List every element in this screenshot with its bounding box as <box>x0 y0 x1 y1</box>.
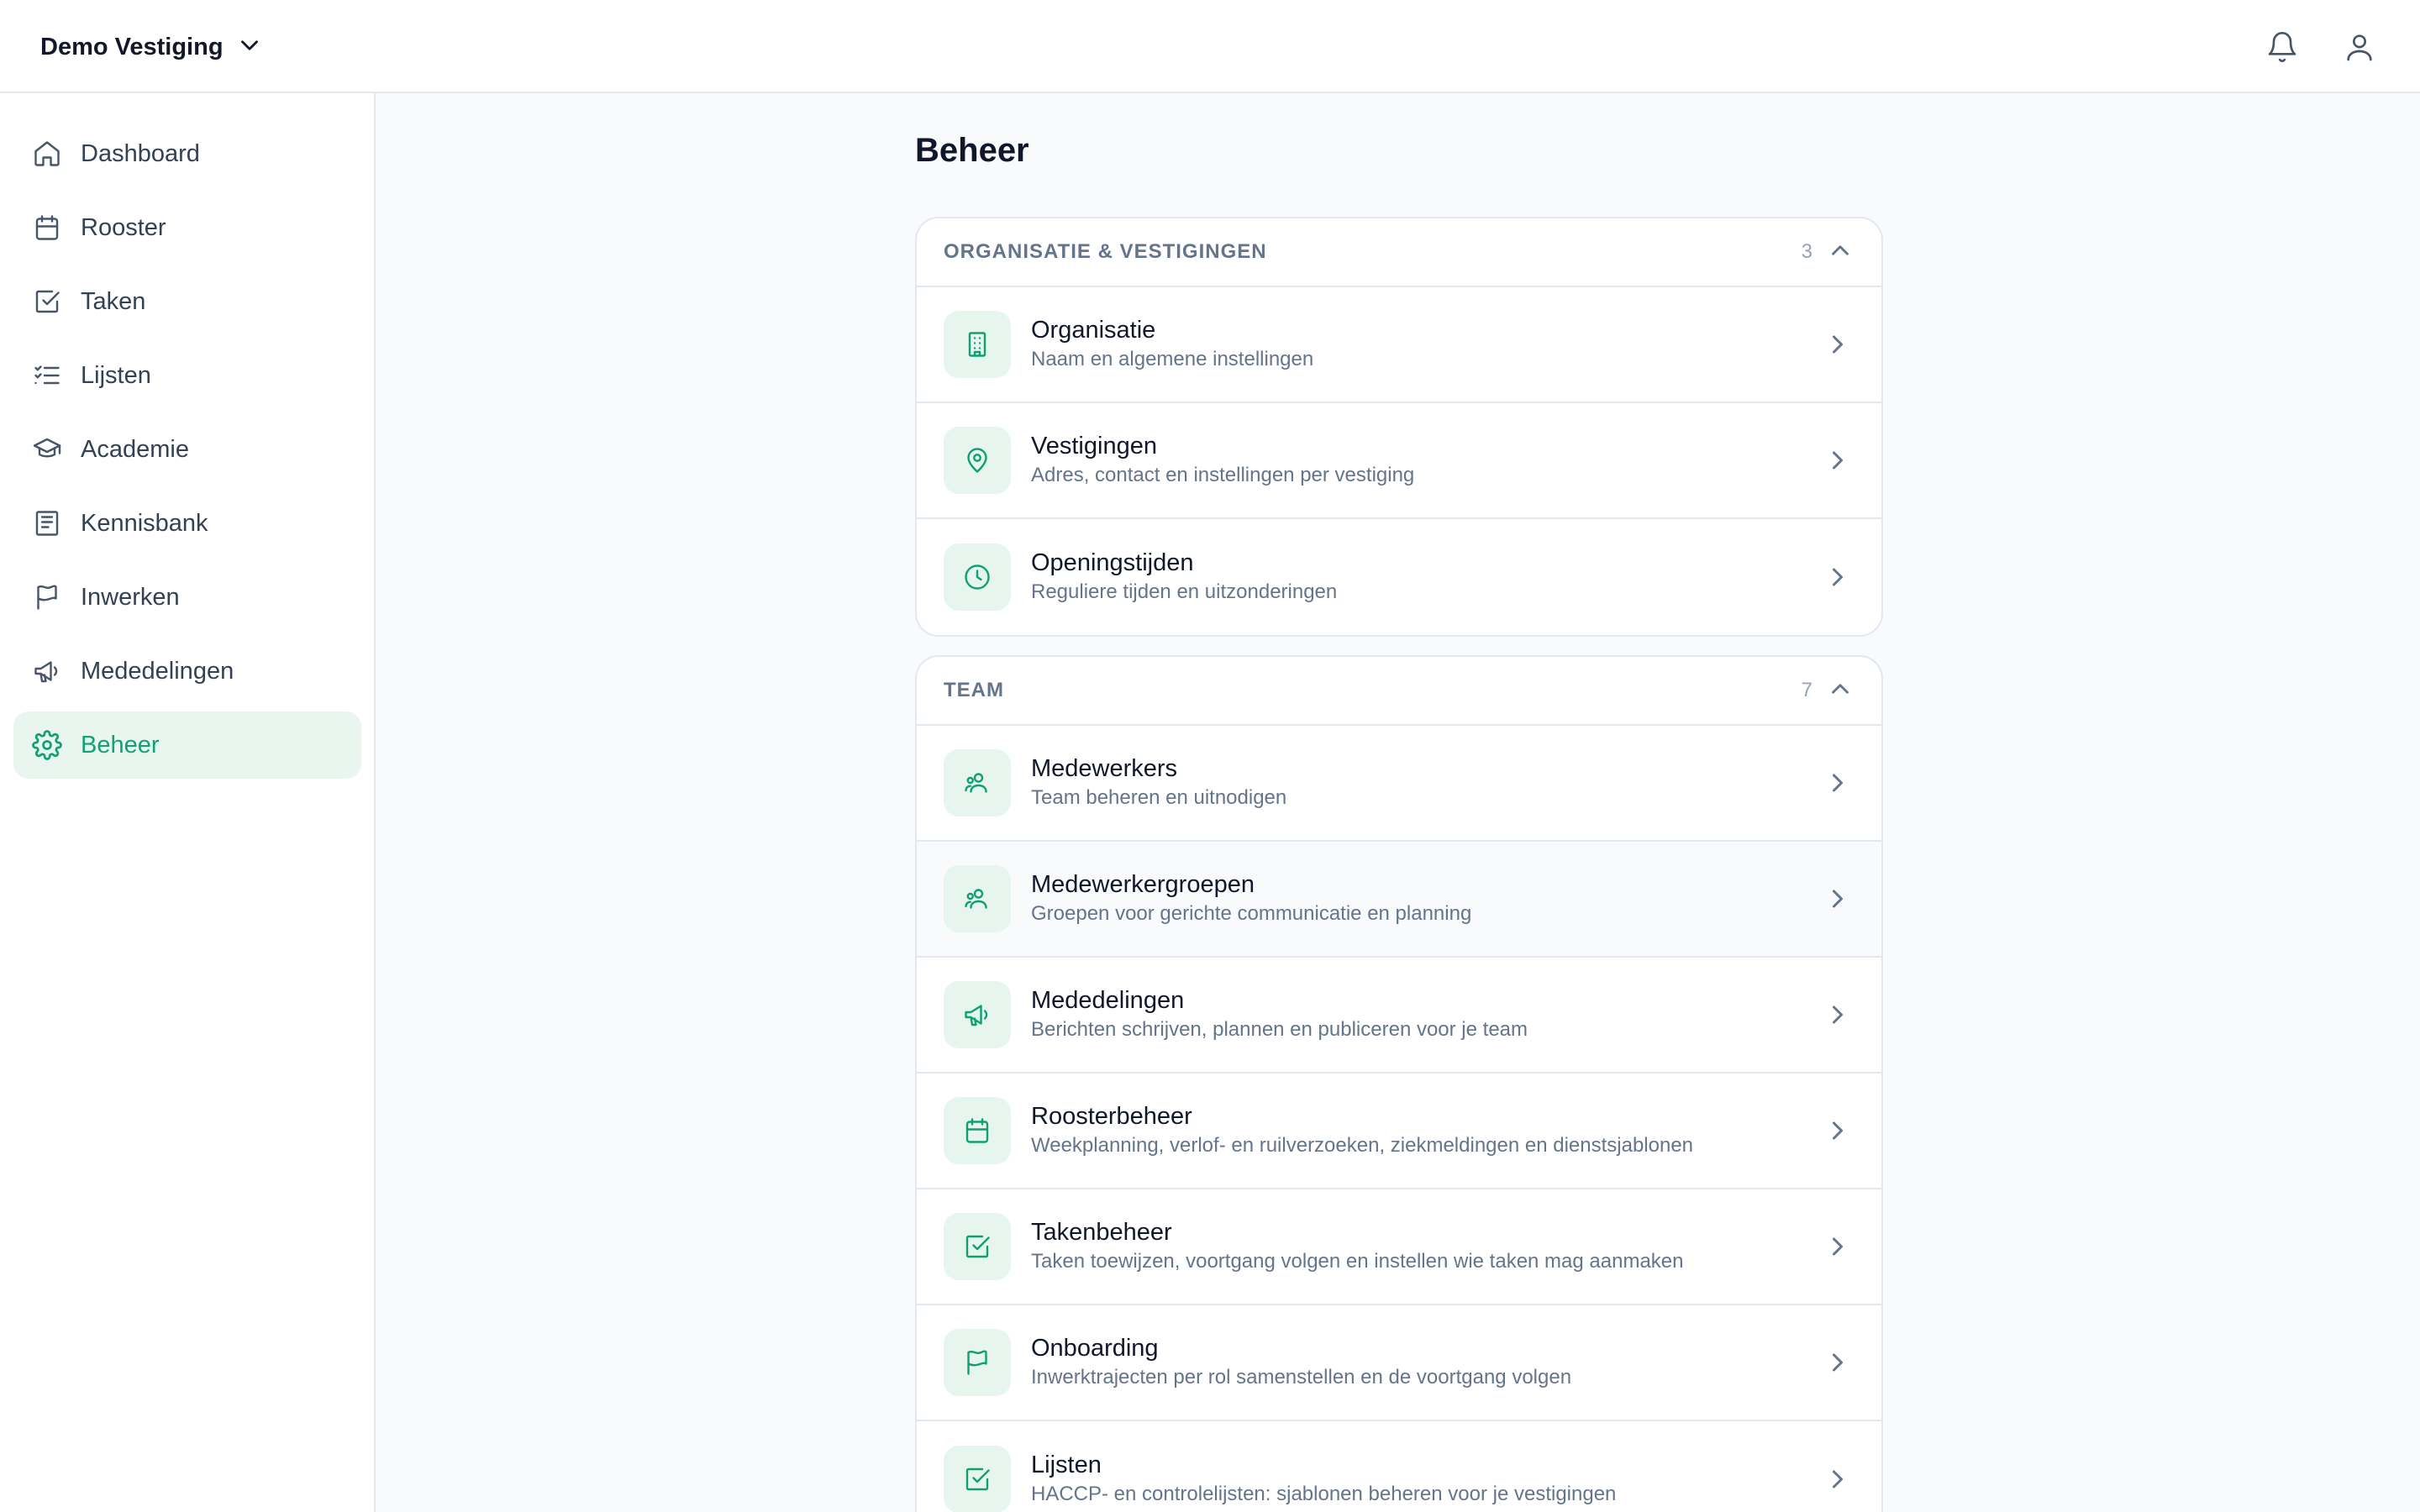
chevron-right-icon <box>1821 560 1854 594</box>
chevron-up-icon <box>1826 236 1854 269</box>
chevron-right-icon <box>1821 444 1854 477</box>
chevron-right-icon <box>1821 766 1854 800</box>
section-collapse-toggle[interactable]: 3 <box>1802 236 1854 269</box>
chevron-right-icon <box>1821 1114 1854 1147</box>
sidebar-item-mededelingen[interactable]: Mededelingen <box>13 638 361 705</box>
item-title: Openingstijden <box>1031 549 1194 576</box>
list-item-lijsten[interactable]: Lijsten HACCP- en controlelijsten: sjabl… <box>917 1421 1881 1512</box>
top-bar: Demo Vestiging <box>0 0 2420 93</box>
chevron-right-icon <box>1821 328 1854 361</box>
sidebar-item-label: Inwerken <box>81 583 180 611</box>
list-icon <box>13 342 81 409</box>
chevron-down-icon <box>235 31 264 64</box>
sidebar-item-rooster[interactable]: Rooster <box>13 194 361 261</box>
map-pin-icon <box>944 427 1011 494</box>
check-square-icon <box>944 1213 1011 1280</box>
section-organisatie-vestigingen: ORGANISATIE & VESTIGINGEN 3 Organisatie … <box>915 217 1883 637</box>
clock-icon <box>944 543 1011 611</box>
item-description: Weekplanning, verlof- en ruilverzoeken, … <box>1031 1134 1694 1157</box>
flag-icon <box>944 1329 1011 1396</box>
gear-icon <box>13 711 81 779</box>
item-description: Reguliere tijden en uitzonderingen <box>1031 580 1338 603</box>
sidebar-item-label: Lijsten <box>81 361 151 389</box>
sidebar-item-lijsten[interactable]: Lijsten <box>13 342 361 409</box>
item-description: Adres, contact en instellingen per vesti… <box>1031 464 1415 486</box>
section-title: TEAM <box>944 679 1004 701</box>
branch-switcher[interactable]: Demo Vestiging <box>40 25 264 69</box>
list-item-mededelingen[interactable]: Mededelingen Berichten schrijven, planne… <box>917 958 1881 1074</box>
list-item-medewerkergroepen[interactable]: Medewerkergroepen Groepen voor gerichte … <box>917 842 1881 958</box>
home-icon <box>13 120 81 187</box>
bell-icon[interactable] <box>2262 27 2302 67</box>
item-title: Takenbeheer <box>1031 1219 1172 1246</box>
item-description: Inwerktrajecten per rol samenstellen en … <box>1031 1366 1572 1389</box>
list-item-organisatie[interactable]: Organisatie Naam en algemene instellinge… <box>917 287 1881 403</box>
section-header: ORGANISATIE & VESTIGINGEN 3 <box>917 218 1881 287</box>
chevron-right-icon <box>1821 882 1854 916</box>
flag-icon <box>13 564 81 631</box>
item-description: Team beheren en uitnodigen <box>1031 786 1287 809</box>
building-icon <box>944 311 1011 378</box>
section-title: ORGANISATIE & VESTIGINGEN <box>944 240 1267 263</box>
item-title: Medewerkers <box>1031 755 1178 782</box>
sidebar-item-label: Kennisbank <box>81 509 208 537</box>
section-header: TEAM 7 <box>917 657 1881 726</box>
section-collapse-toggle[interactable]: 7 <box>1802 675 1854 707</box>
check-square-icon <box>944 1446 1011 1512</box>
calendar-icon <box>944 1097 1011 1164</box>
list-item-medewerkers[interactable]: Medewerkers Team beheren en uitnodigen <box>917 726 1881 842</box>
item-title: Medewerkergroepen <box>1031 871 1255 898</box>
sidebar: Dashboard Rooster Taken Lijsten Academie… <box>0 93 376 1512</box>
item-title: Roosterbeheer <box>1031 1103 1192 1130</box>
calendar-icon <box>13 194 81 261</box>
section-count: 7 <box>1801 679 1812 701</box>
chevron-right-icon <box>1821 1346 1854 1379</box>
section-count: 3 <box>1801 240 1812 263</box>
item-description: Berichten schrijven, plannen en publicer… <box>1031 1018 1528 1041</box>
sidebar-item-academie[interactable]: Academie <box>13 416 361 483</box>
sidebar-item-kennisbank[interactable]: Kennisbank <box>13 490 361 557</box>
list-item-vestigingen[interactable]: Vestigingen Adres, contact en instelling… <box>917 403 1881 519</box>
user-icon[interactable] <box>2339 27 2380 67</box>
chevron-right-icon <box>1821 998 1854 1032</box>
item-description: HACCP- en controlelijsten: sjablonen beh… <box>1031 1483 1617 1505</box>
page-title: Beheer <box>915 132 1029 169</box>
sidebar-item-dashboard[interactable]: Dashboard <box>13 120 361 187</box>
chevron-right-icon <box>1821 1462 1854 1496</box>
sidebar-item-label: Rooster <box>81 213 166 241</box>
item-description: Taken toewijzen, voortgang volgen en ins… <box>1031 1250 1684 1273</box>
item-title: Organisatie <box>1031 317 1156 344</box>
item-description: Naam en algemene instellingen <box>1031 348 1314 370</box>
chevron-up-icon <box>1826 675 1854 707</box>
branch-name: Demo Vestiging <box>40 33 224 60</box>
sidebar-item-beheer[interactable]: Beheer <box>13 711 361 779</box>
list-item-onboarding[interactable]: Onboarding Inwerktrajecten per rol samen… <box>917 1305 1881 1421</box>
sidebar-item-label: Academie <box>81 435 189 463</box>
sidebar-item-label: Dashboard <box>81 139 200 167</box>
main-content: Beheer ORGANISATIE & VESTIGINGEN 3 Organ… <box>377 93 2420 1512</box>
section-team: TEAM 7 Medewerkers Team beheren en uitno… <box>915 655 1883 1512</box>
sidebar-item-label: Mededelingen <box>81 657 234 685</box>
item-title: Vestigingen <box>1031 433 1157 459</box>
item-description: Groepen voor gerichte communicatie en pl… <box>1031 902 1472 925</box>
sidebar-item-label: Beheer <box>81 731 160 759</box>
item-title: Onboarding <box>1031 1335 1159 1362</box>
item-title: Lijsten <box>1031 1452 1102 1478</box>
chevron-right-icon <box>1821 1230 1854 1263</box>
sidebar-item-label: Taken <box>81 287 146 315</box>
list-item-openingstijden[interactable]: Openingstijden Reguliere tijden en uitzo… <box>917 519 1881 635</box>
item-title: Mededelingen <box>1031 987 1185 1014</box>
users-icon <box>944 749 1011 816</box>
list-item-roosterbeheer[interactable]: Roosterbeheer Weekplanning, verlof- en r… <box>917 1074 1881 1189</box>
users-icon <box>944 865 1011 932</box>
check-square-icon <box>13 268 81 335</box>
sidebar-item-taken[interactable]: Taken <box>13 268 361 335</box>
graduation-cap-icon <box>13 416 81 483</box>
megaphone-icon <box>13 638 81 705</box>
megaphone-icon <box>944 981 1011 1048</box>
sidebar-item-inwerken[interactable]: Inwerken <box>13 564 361 631</box>
book-icon <box>13 490 81 557</box>
list-item-takenbeheer[interactable]: Takenbeheer Taken toewijzen, voortgang v… <box>917 1189 1881 1305</box>
